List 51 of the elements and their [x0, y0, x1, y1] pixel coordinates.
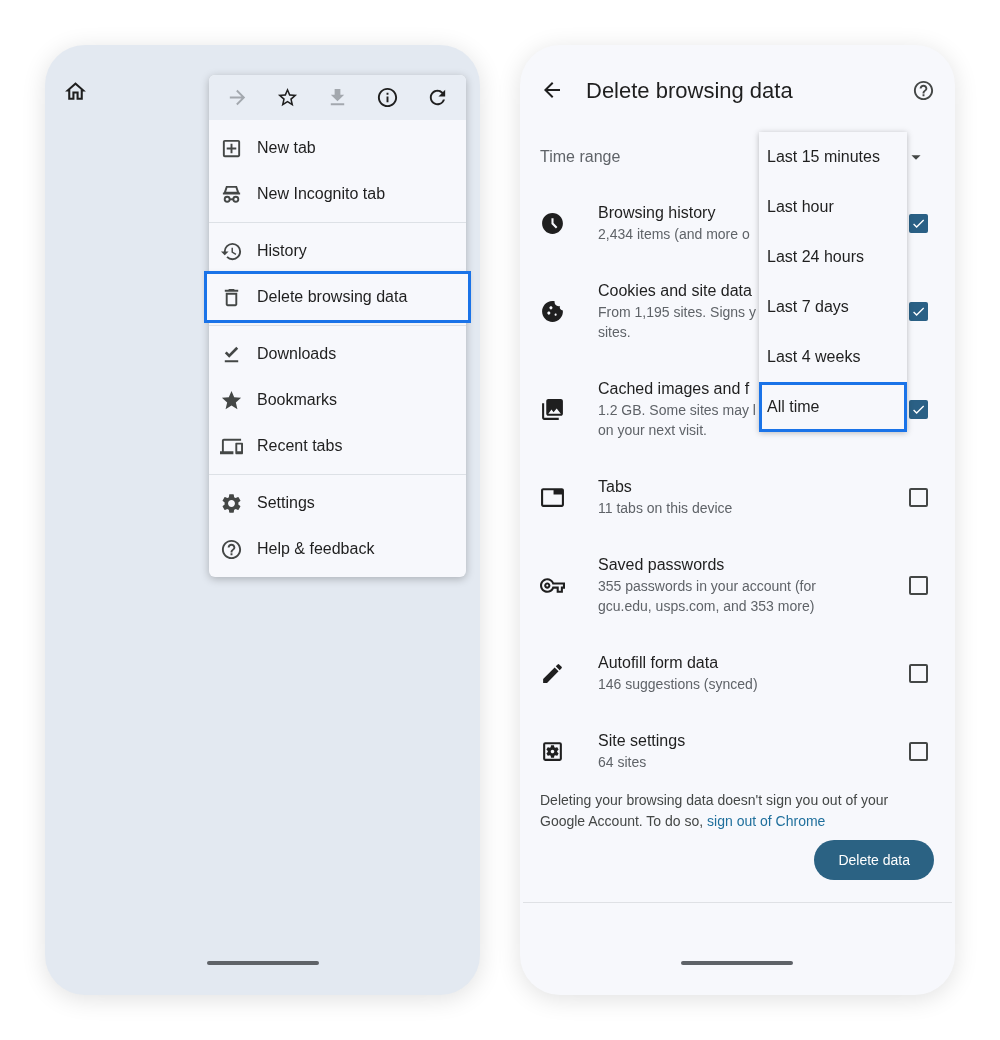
cookie-icon — [540, 298, 565, 324]
dropdown-option[interactable]: Last 15 minutes — [759, 132, 907, 182]
help-icon[interactable] — [912, 78, 935, 102]
time-range-label: Time range — [540, 147, 621, 167]
page-title: Delete browsing data — [586, 76, 793, 105]
sign-out-link[interactable]: sign out of Chrome — [707, 813, 826, 829]
data-type-title: Cookies and site data — [598, 281, 753, 301]
data-type-title: Cached images and f — [598, 379, 751, 399]
menu-item[interactable]: Bookmarks — [209, 377, 466, 423]
data-type-detail: 11 tabs on this device — [598, 499, 733, 518]
info-icon[interactable] — [375, 86, 399, 109]
data-type-detail: From 1,195 sites. Signs y sites. — [598, 303, 756, 342]
images-icon — [540, 396, 565, 422]
data-type-detail: 1.2 GB. Some sites may l on your next visit. — [598, 401, 756, 440]
checkbox[interactable] — [909, 741, 928, 761]
data-type-title: Tabs — [598, 477, 633, 497]
checkbox[interactable] — [909, 487, 928, 507]
star-icon — [220, 388, 243, 412]
clock-icon — [540, 210, 565, 236]
menu-item[interactable]: Help & feedback — [209, 526, 466, 572]
data-type-detail: 2,434 items (and more o — [598, 225, 750, 244]
footer-note: Deleting your browsing data doesn't sign you out of your Google Account. To do so, sign out of Chrome — [539, 791, 890, 831]
data-type-detail: 64 sites — [598, 753, 648, 772]
dropdown-option[interactable]: Last 7 days — [759, 282, 907, 332]
help-icon — [220, 537, 243, 561]
data-type-detail: 355 passwords in your account (for gcu.edu, usps.com, and 353 more) — [598, 577, 816, 616]
menu-item[interactable]: Downloads — [209, 331, 466, 377]
menu-item[interactable]: Settings — [209, 480, 466, 526]
menu-item[interactable]: Delete browsing data — [207, 274, 468, 320]
checkbox[interactable] — [909, 213, 928, 233]
menu-item[interactable]: New Incognito tab — [209, 171, 466, 217]
data-type-title: Site settings — [598, 731, 686, 751]
delete-data-button[interactable]: Delete data — [814, 840, 934, 880]
checkbox[interactable] — [909, 575, 928, 595]
data-type-title: Browsing history — [598, 203, 717, 223]
data-type-title: Saved passwords — [598, 555, 726, 575]
menu-item[interactable]: New tab — [209, 125, 466, 171]
menu-item[interactable]: History — [209, 228, 466, 274]
data-type-detail: 146 suggestions (synced) — [598, 675, 758, 694]
dropdown-option[interactable]: Last 4 weeks — [759, 332, 907, 382]
settings-icon — [220, 491, 243, 515]
checkbox[interactable] — [909, 399, 928, 419]
dropdown-option[interactable]: Last 24 hours — [759, 232, 907, 282]
checkbox[interactable] — [909, 663, 928, 683]
menu-item[interactable]: Recent tabs — [209, 423, 466, 469]
checkbox[interactable] — [909, 301, 928, 321]
dropdown-option[interactable]: All time — [759, 382, 907, 432]
navigation-handle[interactable] — [681, 961, 793, 965]
data-type-title: Autofill form data — [598, 653, 720, 673]
dropdown-option[interactable]: Last hour — [759, 182, 907, 232]
navigation-handle[interactable] — [207, 961, 319, 965]
